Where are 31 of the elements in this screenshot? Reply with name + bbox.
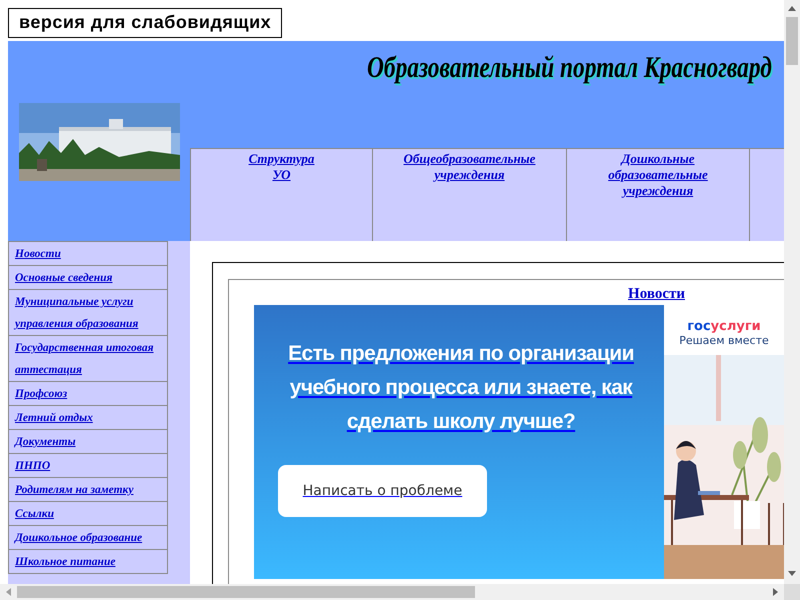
nav-link[interactable]: Общеобразовательные учреждения [404,151,536,183]
horizontal-scrollbar[interactable] [0,584,784,600]
vertical-scrollbar[interactable] [784,0,800,584]
scroll-up-icon[interactable] [788,5,796,11]
sidebar-link[interactable]: Муниципальные услуги управления образования [8,290,168,336]
sidebar-link[interactable]: Профсоюз [8,382,168,406]
sidebar-link[interactable]: Дошкольное образование [8,526,168,550]
report-problem-button[interactable]: Написать о проблеме [278,465,487,517]
logo-text: госуслуги [687,319,761,334]
sidebar-link[interactable]: Государственная итоговая аттестация [8,336,168,382]
nav-link[interactable]: Дошкольные образовательные учреждения [608,151,708,199]
scroll-right-icon[interactable] [773,588,779,596]
scrollbar-thumb[interactable] [17,586,475,598]
accessibility-button[interactable]: версия для слабовидящих [8,8,282,38]
sidebar-link[interactable]: Ссылки [8,502,168,526]
sidebar-link[interactable]: Школьное питание [8,550,168,574]
scroll-down-icon[interactable] [788,571,796,577]
sidebar-link[interactable]: Основные сведения [8,266,168,290]
scrollbar-thumb[interactable] [786,17,798,65]
logo-tagline: Решаем вместе [678,334,770,347]
news-link[interactable]: Новости [628,286,685,302]
sidebar-link[interactable]: Родителям на заметку [8,478,168,502]
sidebar-link[interactable]: Новости [8,241,168,266]
sidebar-link[interactable]: Документы [8,430,168,454]
nav-link[interactable]: Структура УО [248,151,314,183]
scroll-left-icon[interactable] [5,588,11,596]
scrollbar-corner [784,584,800,600]
sidebar-link[interactable]: Летний отдых [8,406,168,430]
sidebar-link[interactable]: ПНПО [8,454,168,478]
site-title: Образовательный портал Красногвард [367,51,772,85]
banner-link[interactable]: Есть предложения по организации учебного процесса или знаете, как сделать школу лучше? [278,337,644,439]
